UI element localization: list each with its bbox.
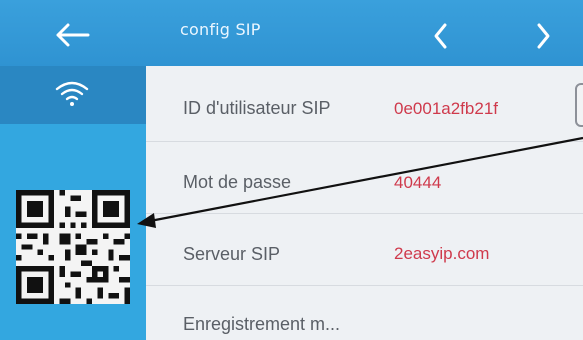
registration-row[interactable]: Enregistrement m... [146,286,583,340]
registration-label: Enregistrement m... [183,314,341,334]
sip-config-screen: config SIP ID d'utilisateur SIP 0e001a2f… [0,0,583,340]
page-title: config SIP [180,20,261,39]
header-bar: config SIP [0,0,583,66]
wifi-icon [55,81,89,106]
sidebar-item-wifi[interactable] [0,66,146,124]
password-value: 40444 [394,173,442,192]
sip-user-id-value: 0e001a2fb21f [394,99,498,118]
chevron-left-icon[interactable] [430,22,452,50]
sip-server-row[interactable]: Serveur SIP 2easyip.com [146,214,583,280]
password-row[interactable]: Mot de passe 40444 [146,142,583,208]
sip-user-id-label: ID d'utilisateur SIP [183,98,331,118]
sip-server-value: 2easyip.com [394,244,490,263]
chevron-right-icon[interactable] [532,22,554,50]
sip-server-label: Serveur SIP [183,244,281,264]
arrow-left-icon[interactable] [52,22,92,48]
scroll-edge [575,83,583,127]
sip-user-id-row[interactable]: ID d'utilisateur SIP 0e001a2fb21f [146,66,583,132]
qr-code-image [16,190,130,304]
password-label: Mot de passe [183,172,292,192]
